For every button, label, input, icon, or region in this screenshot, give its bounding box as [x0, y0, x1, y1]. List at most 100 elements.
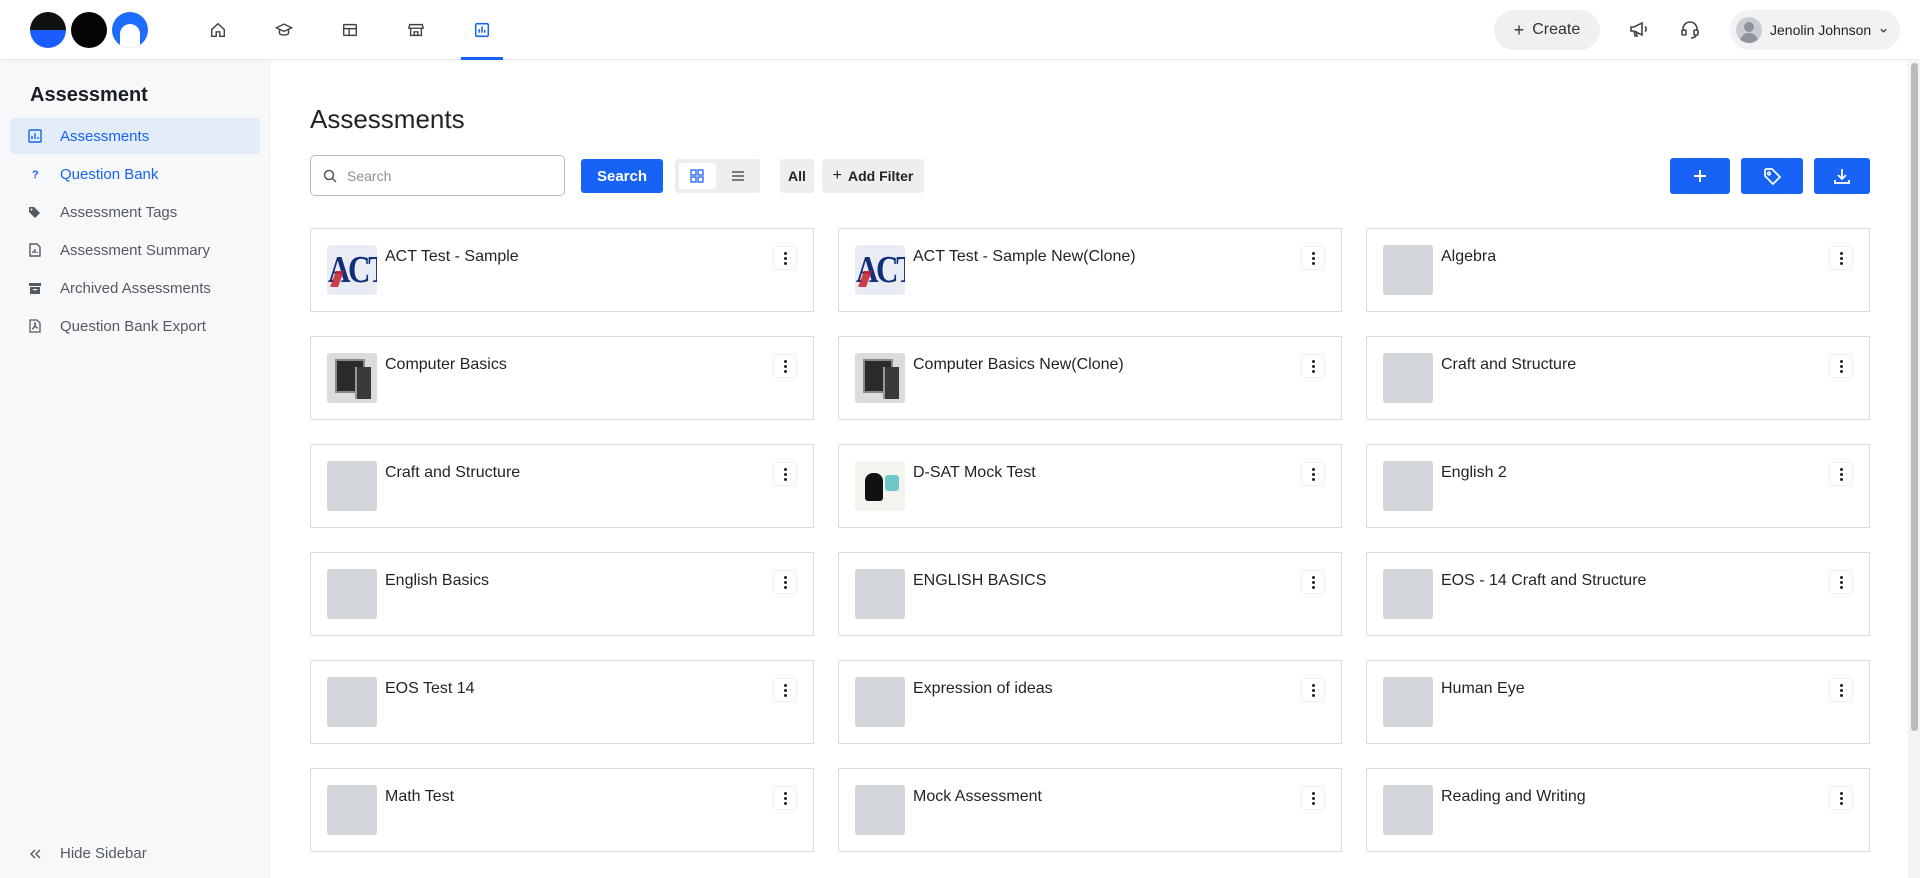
assessment-title[interactable]: English 2: [1441, 464, 1507, 482]
assessment-card[interactable]: Computer Basics: [310, 336, 814, 420]
store-icon[interactable]: [395, 0, 437, 60]
assessment-card[interactable]: Math Test: [310, 768, 814, 852]
sidebar-item-assessment-summary[interactable]: Assessment Summary: [10, 232, 260, 268]
assessment-card[interactable]: English Basics: [310, 552, 814, 636]
hide-sidebar-label: Hide Sidebar: [60, 845, 147, 862]
assessment-card[interactable]: English 2: [1366, 444, 1870, 528]
more-options-icon[interactable]: [773, 354, 797, 378]
assessment-card[interactable]: Computer Basics New(Clone): [838, 336, 1342, 420]
assessment-card[interactable]: Expression of ideas: [838, 660, 1342, 744]
more-options-icon[interactable]: [1301, 570, 1325, 594]
search-input[interactable]: [347, 167, 547, 184]
sidebar-item-question-bank[interactable]: ? Question Bank: [10, 156, 260, 192]
more-options-icon[interactable]: [773, 786, 797, 810]
assessment-card[interactable]: Mock Assessment: [838, 768, 1342, 852]
more-options-icon[interactable]: [1829, 354, 1853, 378]
assessment-card[interactable]: Algebra: [1366, 228, 1870, 312]
more-options-icon[interactable]: [1829, 462, 1853, 486]
top-navbar: + Create Jenolin Johnson: [0, 0, 1920, 60]
main-content: Assessments Search All + Add Filter ACTA…: [271, 61, 1911, 878]
more-options-icon[interactable]: [1301, 678, 1325, 702]
assessment-card[interactable]: EOS Test 14: [310, 660, 814, 744]
assessment-title[interactable]: Expression of ideas: [913, 680, 1053, 698]
more-options-icon[interactable]: [1301, 786, 1325, 810]
assessment-title[interactable]: Reading and Writing: [1441, 788, 1586, 806]
sidebar-item-assessment-tags[interactable]: Assessment Tags: [10, 194, 260, 230]
brand-logo[interactable]: [30, 12, 148, 48]
graduation-cap-icon[interactable]: [263, 0, 305, 60]
search-field[interactable]: [310, 155, 565, 196]
chart-icon: [28, 129, 42, 143]
more-options-icon[interactable]: [1301, 462, 1325, 486]
list-icon: [731, 171, 744, 181]
more-options-icon[interactable]: [1301, 354, 1325, 378]
more-options-icon[interactable]: [773, 246, 797, 270]
user-name: Jenolin Johnson: [1770, 22, 1872, 38]
sidebar-item-label: Assessment Summary: [60, 241, 211, 259]
assessment-title[interactable]: Human Eye: [1441, 680, 1525, 698]
assessment-title[interactable]: ENGLISH BASICS: [913, 572, 1046, 590]
more-options-icon[interactable]: [1829, 678, 1853, 702]
assessment-title[interactable]: Mock Assessment: [913, 788, 1042, 806]
assessment-card[interactable]: Craft and Structure: [1366, 336, 1870, 420]
assessment-thumbnail: [327, 461, 377, 511]
assessment-card[interactable]: Human Eye: [1366, 660, 1870, 744]
more-options-icon[interactable]: [773, 570, 797, 594]
assessment-title[interactable]: Computer Basics New(Clone): [913, 356, 1124, 374]
assessment-title[interactable]: EOS Test 14: [385, 680, 475, 698]
more-options-icon[interactable]: [1829, 786, 1853, 810]
hide-sidebar-button[interactable]: Hide Sidebar: [28, 845, 147, 862]
megaphone-icon[interactable]: [1628, 18, 1650, 40]
assessment-title[interactable]: ACT Test - Sample New(Clone): [913, 248, 1136, 266]
add-assessment-button[interactable]: [1670, 158, 1730, 194]
more-options-icon[interactable]: [773, 678, 797, 702]
assessment-card[interactable]: Reading and Writing: [1366, 768, 1870, 852]
tag-button[interactable]: [1741, 158, 1803, 194]
more-options-icon[interactable]: [1829, 570, 1853, 594]
assessment-title[interactable]: ACT Test - Sample: [385, 248, 519, 266]
more-options-icon[interactable]: [773, 462, 797, 486]
more-options-icon[interactable]: [1301, 246, 1325, 270]
assessment-title[interactable]: EOS - 14 Craft and Structure: [1441, 572, 1646, 590]
assessment-title[interactable]: Computer Basics: [385, 356, 507, 374]
assessment-thumbnail: [1383, 785, 1433, 835]
add-filter-button[interactable]: + Add Filter: [822, 159, 924, 193]
grid-view-button[interactable]: [679, 163, 716, 189]
headset-icon[interactable]: [1679, 18, 1701, 40]
list-view-button[interactable]: [720, 163, 757, 189]
home-icon[interactable]: [197, 0, 239, 60]
assessment-title[interactable]: English Basics: [385, 572, 489, 590]
assessment-thumbnail: [1383, 353, 1433, 403]
sidebar-item-question-bank-export[interactable]: Question Bank Export: [10, 308, 260, 344]
assessment-title[interactable]: D-SAT Mock Test: [913, 464, 1036, 482]
more-options-icon[interactable]: [1829, 246, 1853, 270]
filter-all-chip[interactable]: All: [780, 159, 814, 193]
svg-text:?: ?: [32, 169, 39, 181]
assessment-card[interactable]: D-SAT Mock Test: [838, 444, 1342, 528]
download-icon: [1834, 169, 1850, 184]
assessment-title[interactable]: Craft and Structure: [385, 464, 520, 482]
assessment-icon[interactable]: [461, 0, 503, 60]
sidebar-item-label: Question Bank Export: [60, 317, 206, 335]
user-menu[interactable]: Jenolin Johnson: [1730, 10, 1900, 50]
assessment-card[interactable]: Craft and Structure: [310, 444, 814, 528]
question-icon: ?: [32, 169, 39, 181]
search-button[interactable]: Search: [581, 159, 663, 193]
assessment-card[interactable]: ENGLISH BASICS: [838, 552, 1342, 636]
assessment-thumbnail: [327, 353, 377, 403]
assessment-thumbnail: [1383, 461, 1433, 511]
chevron-down-icon: [1880, 28, 1887, 33]
assessment-title[interactable]: Math Test: [385, 788, 454, 806]
download-button[interactable]: [1814, 158, 1870, 194]
assessment-title[interactable]: Algebra: [1441, 248, 1496, 266]
sidebar-item-assessments[interactable]: Assessments: [10, 118, 260, 154]
assessment-card[interactable]: ACT ACT Test - Sample New(Clone): [838, 228, 1342, 312]
page-scrollbar[interactable]: [1908, 61, 1920, 878]
assessment-card[interactable]: EOS - 14 Craft and Structure: [1366, 552, 1870, 636]
sidebar-item-archived-assessments[interactable]: Archived Assessments: [10, 270, 260, 306]
assessment-thumbnail: [1383, 245, 1433, 295]
create-button[interactable]: + Create: [1494, 10, 1600, 50]
assessment-title[interactable]: Craft and Structure: [1441, 356, 1576, 374]
layout-icon[interactable]: [329, 0, 371, 60]
assessment-card[interactable]: ACT ACT Test - Sample: [310, 228, 814, 312]
